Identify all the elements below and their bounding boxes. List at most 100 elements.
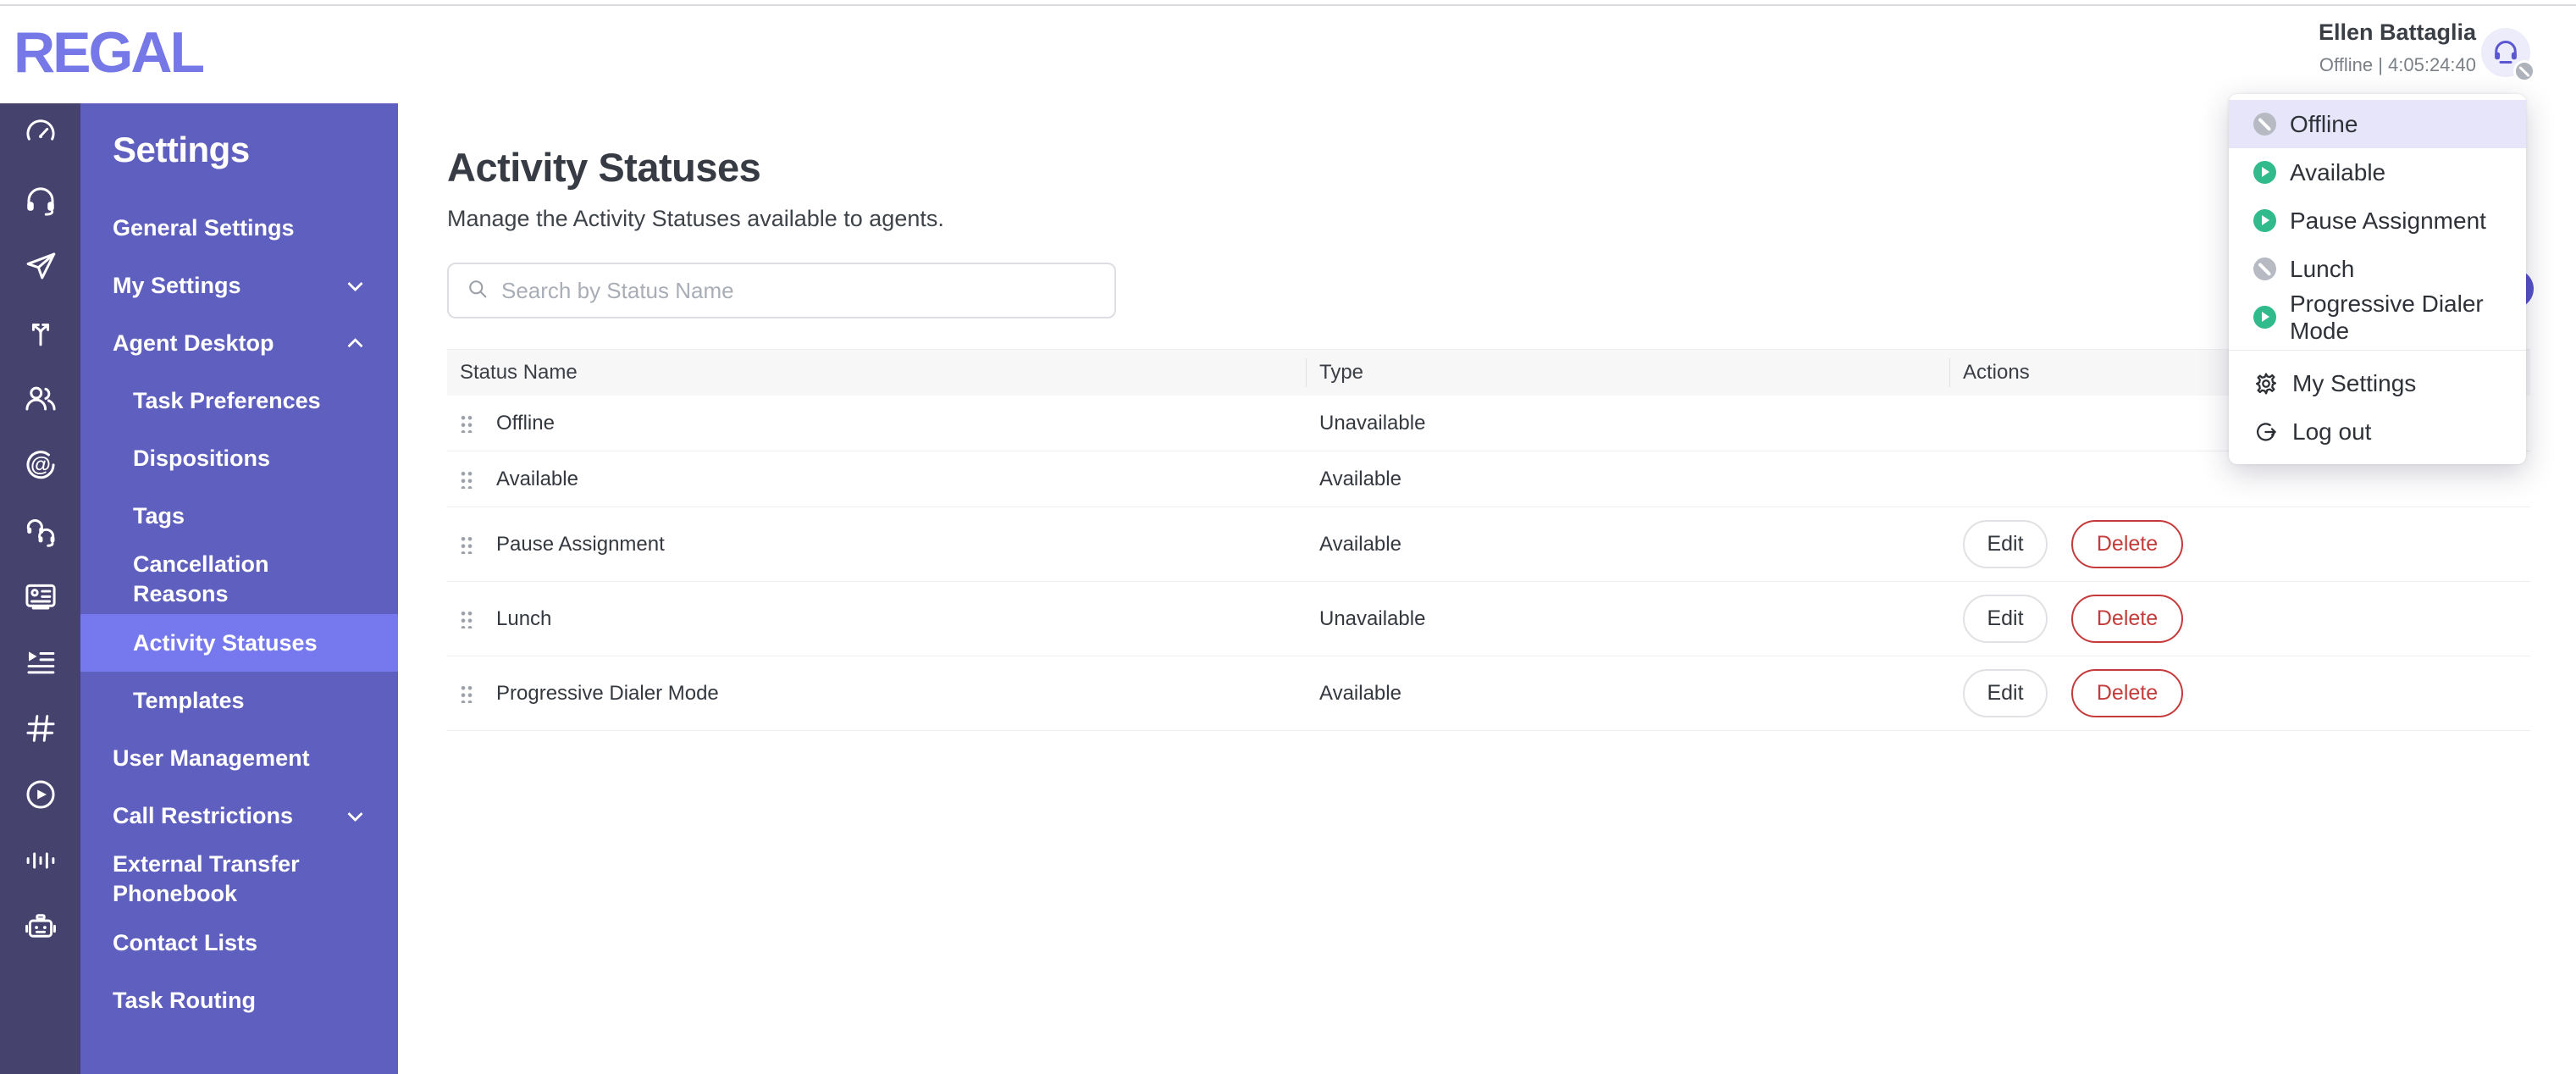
unavailable-status-icon (2253, 113, 2276, 136)
status-name: Lunch (496, 606, 552, 630)
status-type: Available (1319, 532, 1401, 556)
edit-button[interactable]: Edit (1963, 669, 2048, 717)
sidebar-item-label: Dispositions (133, 445, 271, 471)
menu-divider (2229, 350, 2526, 351)
table-header: Status Name Type Actions (447, 349, 2530, 396)
sidebar-item[interactable]: Tags (80, 487, 398, 545)
sidebar-item-label: Agent Desktop (113, 329, 274, 356)
regal-logo: REGAL (14, 20, 205, 85)
sidebar-item-label: External Transfer Phonebook (113, 851, 300, 906)
offline-badge-icon (2513, 60, 2535, 82)
sidebar-item[interactable]: Cancellation Reasons (80, 545, 398, 614)
status-menu-item[interactable]: Lunch (2229, 245, 2526, 293)
playlist-icon[interactable] (23, 645, 58, 680)
drag-handle-icon[interactable] (460, 609, 473, 628)
status-menu-label: Pause Assignment (2290, 207, 2486, 234)
status-type: Available (1319, 467, 1401, 490)
sidebar-title: Settings (113, 130, 250, 169)
sidebar-item[interactable]: User Management (80, 729, 398, 787)
sidebar-menu: General Settings My Settings Agent Deskt… (80, 199, 398, 1029)
table-row: Progressive Dialer Mode Available Edit D… (447, 656, 2530, 731)
chevron-icon (347, 338, 363, 354)
status-menu-label: Lunch (2290, 255, 2355, 282)
headset-icon[interactable] (23, 182, 58, 218)
delete-button[interactable]: Delete (2071, 669, 2183, 717)
status-menu-item[interactable]: Progressive Dialer Mode (2229, 291, 2526, 344)
edit-button[interactable]: Edit (1963, 520, 2048, 568)
status-menu-label: Progressive Dialer Mode (2290, 290, 2484, 344)
sidebar-item[interactable]: External Transfer Phonebook (80, 844, 398, 914)
gauge-icon[interactable] (23, 116, 58, 152)
target-at-icon[interactable]: @ (23, 446, 58, 482)
sidebar-item[interactable]: Task Preferences (80, 372, 398, 429)
available-status-icon (2253, 209, 2276, 232)
contact-card-icon[interactable] (23, 579, 58, 614)
status-name: Offline (496, 411, 555, 435)
sidebar-item-label: Contact Lists (113, 929, 258, 955)
gear-icon (2253, 371, 2279, 396)
sidebar-item[interactable]: Call Restrictions (80, 787, 398, 844)
sidebar-item[interactable]: Templates (80, 672, 398, 729)
user-avatar-button[interactable] (2481, 28, 2535, 82)
play-circle-icon[interactable] (23, 777, 58, 812)
table-body: Offline Unavailable Edit Delete Availabl… (447, 396, 2530, 731)
search-input[interactable] (501, 277, 1099, 304)
dual-headset-icon[interactable] (23, 512, 58, 548)
sidebar-item-label: Cancellation Reasons (133, 551, 269, 606)
user-info: Ellen Battaglia Offline | 4:05:24:40 (2319, 19, 2476, 76)
sidebar-item-label: Tags (133, 502, 185, 529)
sidebar-item[interactable]: Task Routing (80, 972, 398, 1029)
paper-plane-icon[interactable] (23, 248, 58, 284)
drag-handle-icon[interactable] (460, 684, 473, 703)
chevron-icon (347, 275, 363, 292)
robot-icon[interactable] (23, 909, 58, 944)
logout-icon (2253, 419, 2279, 445)
waveform-icon[interactable] (23, 843, 58, 878)
status-type: Available (1319, 681, 1401, 705)
sidebar-item[interactable]: General Settings (80, 199, 398, 257)
sidebar-item[interactable]: Dispositions (80, 429, 398, 487)
sidebar-item-label: General Settings (113, 214, 295, 241)
status-menu-item[interactable]: Pause Assignment (2229, 197, 2526, 245)
status-menu-item[interactable]: Offline (2229, 100, 2526, 148)
sidebar-item-label: Activity Statuses (133, 629, 318, 656)
table-row: Lunch Unavailable Edit Delete (447, 582, 2530, 656)
user-status-timer: Offline | 4:05:24:40 (2319, 54, 2476, 75)
sidebar-item-label: My Settings (113, 272, 241, 298)
sidebar-item[interactable]: My Settings (80, 257, 398, 314)
branch-split-icon[interactable] (23, 314, 58, 350)
column-header-status-name: Status Name (460, 361, 578, 384)
sidebar-item-label: User Management (113, 745, 310, 771)
my-settings-label: My Settings (2292, 369, 2417, 396)
svg-text:@: @ (30, 453, 51, 476)
sidebar-item-label: Call Restrictions (113, 802, 294, 828)
delete-button[interactable]: Delete (2071, 595, 2183, 643)
sidebar-item[interactable]: Agent Desktop (80, 314, 398, 372)
hash-icon[interactable] (23, 711, 58, 746)
edit-button[interactable]: Edit (1963, 595, 2048, 643)
status-type: Unavailable (1319, 411, 1426, 435)
status-type: Unavailable (1319, 606, 1426, 630)
table-row: Available Available Edit Delete (447, 451, 2530, 507)
my-settings-menu-item[interactable]: My Settings (2229, 359, 2526, 407)
sidebar-item[interactable]: Contact Lists (80, 914, 398, 972)
status-name: Pause Assignment (496, 532, 665, 556)
user-name: Ellen Battaglia (2318, 19, 2476, 45)
table-row: Offline Unavailable Edit Delete (447, 396, 2530, 451)
chevron-icon (347, 806, 363, 822)
settings-sidebar: Settings General Settings My Settings Ag… (80, 103, 398, 1074)
drag-handle-icon[interactable] (460, 469, 473, 489)
drag-handle-icon[interactable] (460, 534, 473, 554)
log-out-menu-item[interactable]: Log out (2229, 407, 2526, 456)
sidebar-item-label: Templates (133, 687, 245, 713)
delete-button[interactable]: Delete (2071, 520, 2183, 568)
sidebar-item[interactable]: Activity Statuses (80, 614, 398, 672)
status-menu-item[interactable]: Available (2229, 148, 2526, 197)
table-row: Pause Assignment Available Edit Delete (447, 507, 2530, 582)
users-icon[interactable] (23, 380, 58, 416)
sidebar-item-label: Task Routing (113, 987, 257, 1013)
status-menu-label: Offline (2290, 110, 2358, 137)
status-menu-label: Available (2290, 158, 2386, 185)
drag-handle-icon[interactable] (460, 413, 473, 433)
topbar: REGAL Ellen Battaglia Offline | 4:05:24:… (0, 6, 2576, 103)
